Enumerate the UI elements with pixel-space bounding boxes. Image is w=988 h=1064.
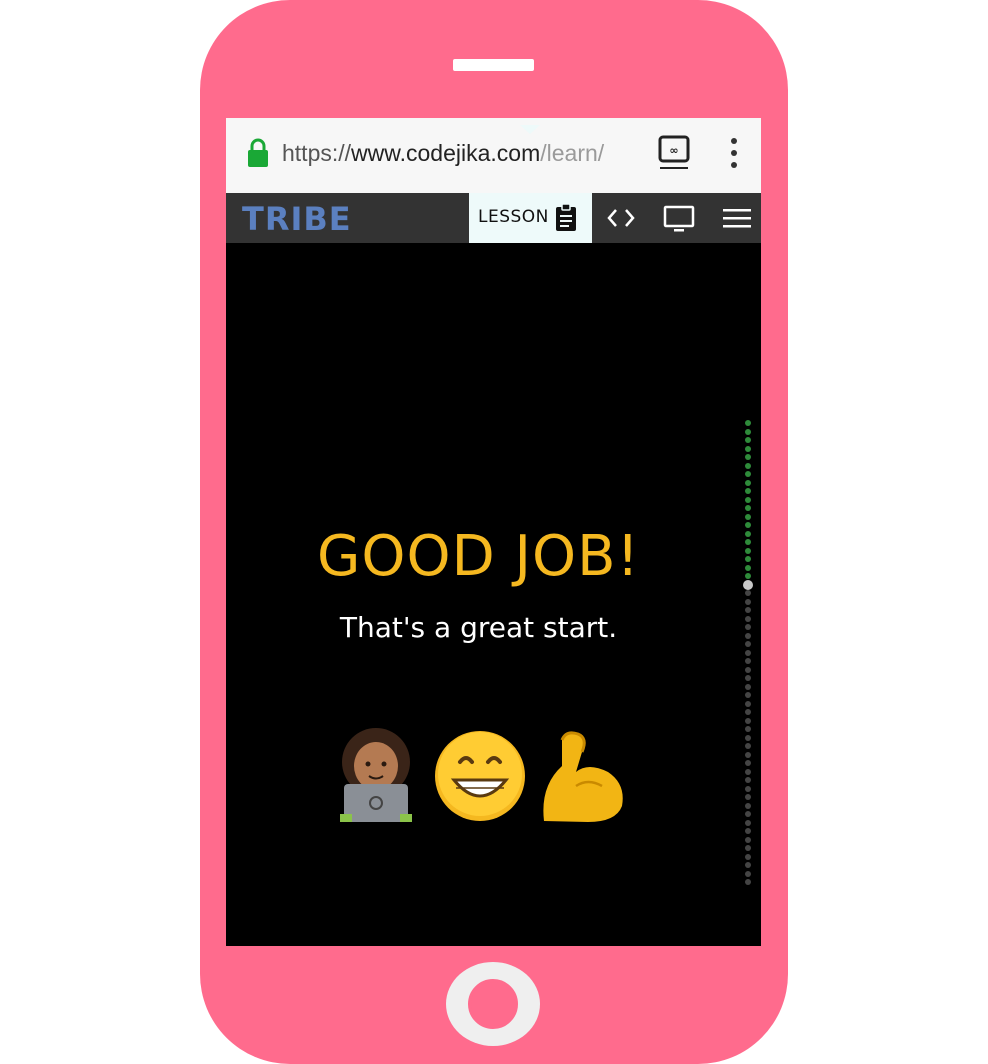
progress-dot[interactable] xyxy=(745,632,751,639)
url-scheme: https:// xyxy=(282,140,352,166)
home-button[interactable] xyxy=(446,962,540,1046)
grinning-face-emoji xyxy=(435,731,525,821)
code-brackets-icon[interactable] xyxy=(606,207,636,229)
progress-dot[interactable] xyxy=(745,649,751,656)
url-text[interactable]: https://www.codejika.com/learn/ xyxy=(282,138,642,168)
progress-dot[interactable] xyxy=(745,505,751,511)
progress-dot[interactable] xyxy=(745,879,751,885)
emoji-row xyxy=(340,728,623,822)
progress-dot[interactable] xyxy=(745,794,751,800)
progress-dot[interactable] xyxy=(745,751,751,758)
progress-dot[interactable] xyxy=(745,785,751,792)
progress-dot[interactable] xyxy=(745,845,751,851)
progress-dot[interactable] xyxy=(745,726,751,732)
url-host: www.codejika.com xyxy=(351,140,541,166)
progress-dot[interactable] xyxy=(745,717,751,724)
more-vert-icon[interactable] xyxy=(726,136,742,170)
progress-dot[interactable] xyxy=(745,615,751,622)
flexed-biceps-emoji xyxy=(543,731,623,822)
progress-dot[interactable] xyxy=(745,530,751,537)
progress-dot[interactable] xyxy=(745,547,751,554)
progress-dot[interactable] xyxy=(745,462,751,469)
progress-dot[interactable] xyxy=(745,598,751,605)
phone-screen: https://www.codejika.com/learn/ ∞ TRIBE … xyxy=(226,118,761,946)
progress-dot[interactable] xyxy=(745,675,751,681)
progress-dot[interactable] xyxy=(745,802,751,809)
browser-url-bar[interactable]: https://www.codejika.com/learn/ ∞ xyxy=(226,118,761,193)
progress-dot[interactable] xyxy=(745,445,751,452)
progress-dot[interactable] xyxy=(745,437,751,443)
progress-dot[interactable] xyxy=(745,471,751,477)
svg-text:∞: ∞ xyxy=(669,144,678,157)
progress-dot[interactable] xyxy=(745,624,751,630)
tab-lesson[interactable]: LESSON xyxy=(469,193,592,243)
lesson-progress-track[interactable] xyxy=(743,420,753,885)
clipboard-icon xyxy=(556,204,576,231)
progress-dot[interactable] xyxy=(745,836,751,843)
lesson-tab-pointer xyxy=(520,125,540,134)
tribe-logo[interactable]: TRIBE xyxy=(242,203,352,235)
hamburger-icon[interactable] xyxy=(723,208,751,228)
progress-dot[interactable] xyxy=(745,513,751,520)
progress-dot[interactable] xyxy=(745,734,751,741)
subheadline: That's a great start. xyxy=(339,611,618,644)
progress-dot[interactable] xyxy=(745,564,751,571)
progress-dot[interactable] xyxy=(745,556,751,562)
progress-dot[interactable] xyxy=(745,700,751,707)
progress-dot[interactable] xyxy=(745,692,751,698)
progress-dot[interactable] xyxy=(745,658,751,664)
progress-dot[interactable] xyxy=(745,428,751,435)
headline: GOOD JOB! xyxy=(317,524,640,589)
progress-dot[interactable] xyxy=(745,666,751,673)
lock-icon xyxy=(248,138,268,167)
progress-dot[interactable] xyxy=(745,522,751,528)
app-navbar: TRIBE LESSON xyxy=(226,193,761,243)
progress-dot[interactable] xyxy=(745,454,751,460)
progress-dot[interactable] xyxy=(745,496,751,503)
progress-dot[interactable] xyxy=(745,870,751,877)
progress-dot[interactable] xyxy=(745,683,751,690)
progress-dot[interactable] xyxy=(745,819,751,826)
progress-dot[interactable] xyxy=(745,777,751,783)
progress-dot[interactable] xyxy=(745,590,751,596)
progress-dot[interactable] xyxy=(745,488,751,494)
progress-dot[interactable] xyxy=(745,420,751,426)
monitor-icon[interactable] xyxy=(663,205,695,233)
progress-dot[interactable] xyxy=(745,479,751,486)
progress-dot[interactable] xyxy=(745,811,751,817)
progress-dot[interactable] xyxy=(745,760,751,766)
progress-dot[interactable] xyxy=(745,768,751,775)
progress-dot[interactable] xyxy=(745,607,751,613)
phone-speaker xyxy=(453,59,534,71)
woman-technologist-emoji xyxy=(340,728,412,822)
url-path: /learn/ xyxy=(540,140,605,166)
tab-switcher-icon[interactable]: ∞ xyxy=(657,134,691,172)
progress-dot[interactable] xyxy=(745,641,751,647)
progress-dot[interactable] xyxy=(745,539,751,545)
progress-current-dot[interactable] xyxy=(743,579,753,590)
progress-dot[interactable] xyxy=(745,573,751,579)
tab-lesson-label: LESSON xyxy=(478,207,549,227)
progress-dot[interactable] xyxy=(745,709,751,715)
progress-dot[interactable] xyxy=(745,743,751,749)
progress-dot[interactable] xyxy=(745,862,751,868)
progress-dot[interactable] xyxy=(745,853,751,860)
progress-dot[interactable] xyxy=(745,828,751,834)
